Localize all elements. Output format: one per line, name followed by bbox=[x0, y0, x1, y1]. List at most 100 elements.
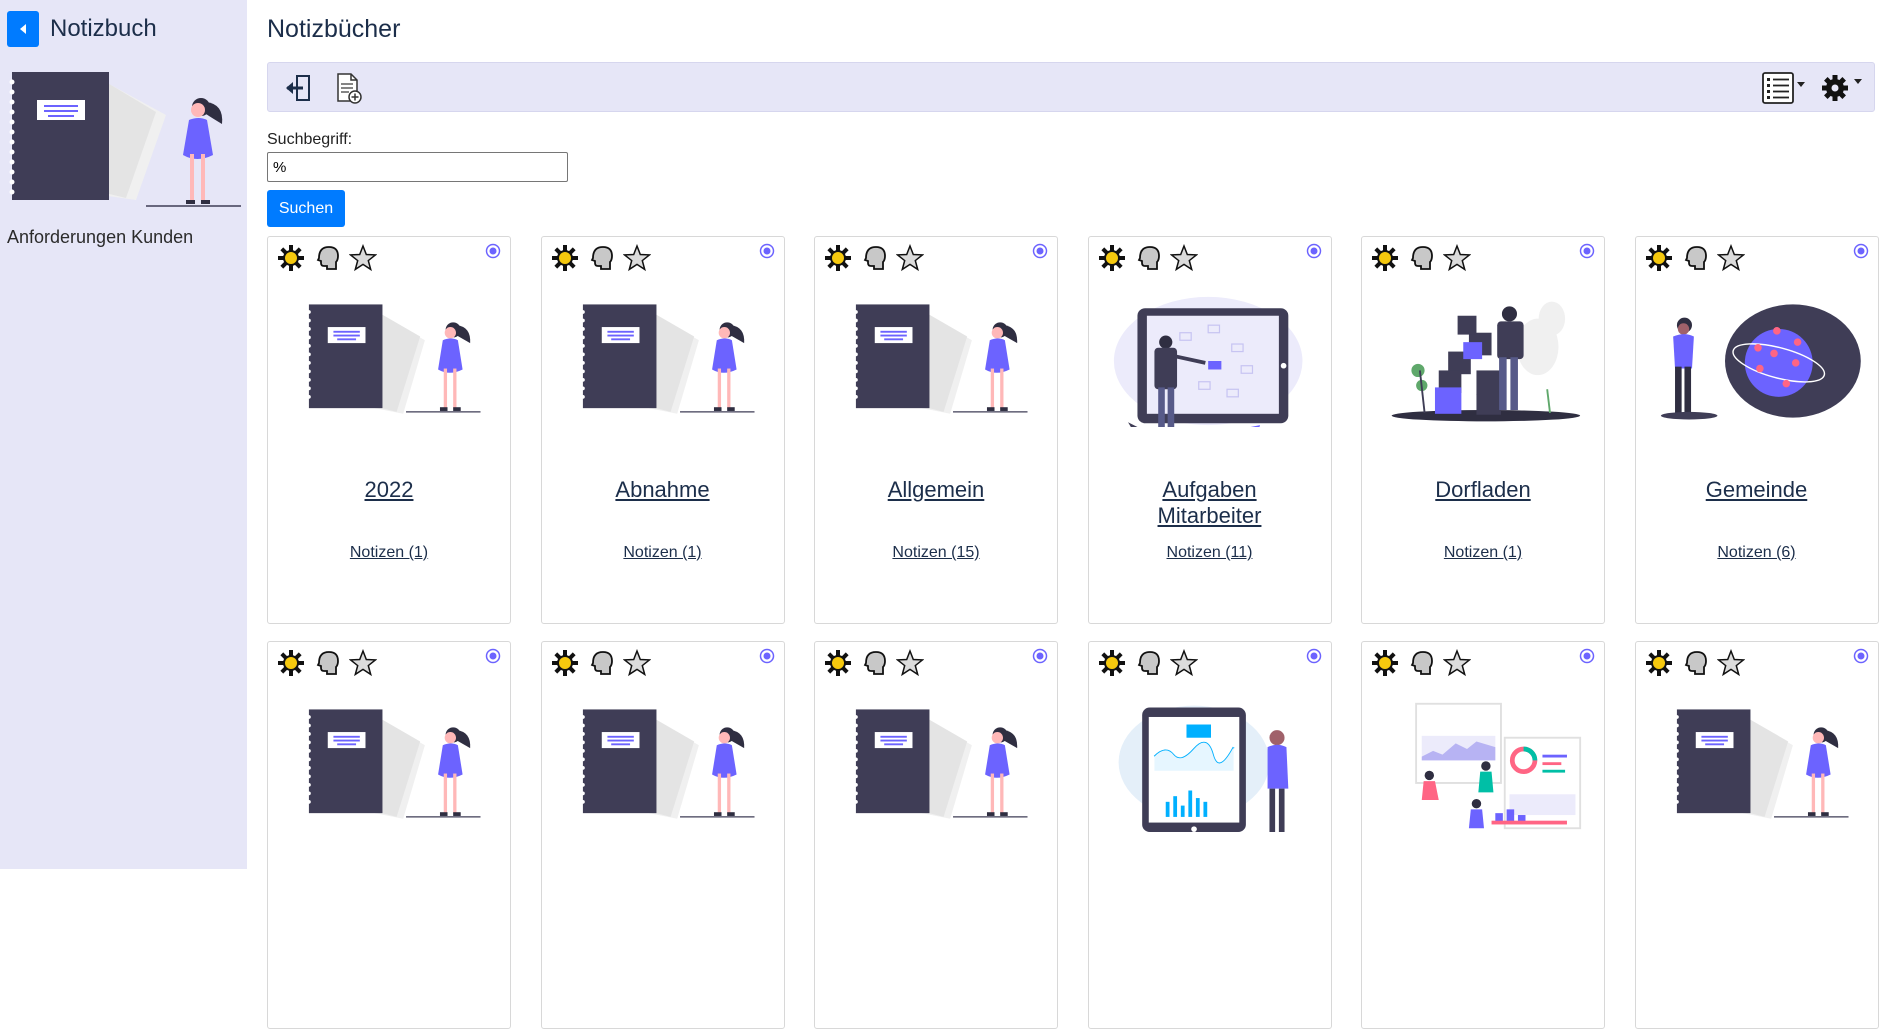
card-icons bbox=[1644, 243, 1746, 273]
sun-icon[interactable] bbox=[823, 243, 853, 273]
select-radio[interactable] bbox=[1032, 243, 1048, 264]
sun-icon[interactable] bbox=[1644, 243, 1674, 273]
notebook-illustration bbox=[307, 304, 481, 414]
notebook-card[interactable]: Allgemein Notizen (15) bbox=[814, 236, 1058, 624]
notebook-card[interactable] bbox=[1361, 641, 1605, 1029]
head-icon[interactable] bbox=[1133, 648, 1163, 678]
head-icon[interactable] bbox=[1133, 243, 1163, 273]
notes-count-link[interactable]: Notizen (11) bbox=[1089, 544, 1331, 562]
star-icon[interactable] bbox=[1442, 243, 1472, 273]
notebook-title-link[interactable]: Gemeinde bbox=[1636, 477, 1878, 503]
star-icon[interactable] bbox=[622, 243, 652, 273]
notes-count-link[interactable]: Notizen (1) bbox=[1362, 544, 1604, 562]
sun-icon[interactable] bbox=[1644, 648, 1674, 678]
exit-icon bbox=[286, 75, 310, 101]
star-icon[interactable] bbox=[1169, 648, 1199, 678]
select-radio[interactable] bbox=[1853, 243, 1869, 264]
notebook-card[interactable] bbox=[1087, 641, 1332, 1029]
star-icon[interactable] bbox=[1716, 648, 1746, 678]
notebook-title-link[interactable]: Dorfladen bbox=[1362, 477, 1604, 503]
star-icon[interactable] bbox=[1442, 648, 1472, 678]
head-icon[interactable] bbox=[586, 243, 616, 273]
sidebar-item-anforderungen[interactable]: Anforderungen Kunden bbox=[7, 227, 193, 248]
card-icons bbox=[550, 243, 652, 273]
sun-icon[interactable] bbox=[1097, 648, 1127, 678]
select-radio[interactable] bbox=[485, 243, 501, 264]
sun-icon[interactable] bbox=[1097, 243, 1127, 273]
head-icon[interactable] bbox=[1406, 243, 1436, 273]
sun-icon[interactable] bbox=[823, 648, 853, 678]
settings-dropdown[interactable] bbox=[1816, 69, 1866, 107]
notebook-card[interactable]: Abnahme Notizen (1) bbox=[540, 236, 785, 624]
head-icon[interactable] bbox=[1680, 243, 1710, 273]
notebook-card[interactable] bbox=[814, 641, 1058, 1029]
notes-count-link[interactable]: Notizen (15) bbox=[815, 544, 1057, 562]
notebook-illustration bbox=[1674, 709, 1849, 819]
notebook-card[interactable] bbox=[1634, 641, 1879, 1029]
star-icon[interactable] bbox=[1169, 243, 1199, 273]
head-icon[interactable] bbox=[586, 648, 616, 678]
sun-icon[interactable] bbox=[550, 648, 580, 678]
select-radio[interactable] bbox=[1306, 648, 1322, 669]
card-icons bbox=[276, 243, 378, 273]
select-radio[interactable] bbox=[1306, 243, 1322, 264]
notes-count-link[interactable]: Notizen (1) bbox=[268, 544, 510, 562]
notebook-title-link[interactable]: 2022 bbox=[268, 477, 510, 503]
search-button[interactable]: Suchen bbox=[267, 190, 345, 227]
card-icons bbox=[1370, 243, 1472, 273]
sun-icon[interactable] bbox=[1370, 243, 1400, 273]
notebook-card[interactable]: 2022 Notizen (1) bbox=[267, 236, 511, 624]
notebook-title-link[interactable]: Aufgaben Mitarbeiter bbox=[1089, 477, 1331, 529]
star-icon[interactable] bbox=[1716, 243, 1746, 273]
head-icon[interactable] bbox=[859, 243, 889, 273]
notebook-card[interactable] bbox=[267, 641, 511, 1029]
exit-button[interactable] bbox=[280, 69, 316, 107]
select-radio[interactable] bbox=[1032, 648, 1048, 669]
back-button[interactable] bbox=[7, 11, 39, 47]
card-icons bbox=[1097, 243, 1199, 273]
notes-count-link[interactable]: Notizen (6) bbox=[1636, 544, 1878, 562]
select-radio[interactable] bbox=[1579, 648, 1595, 669]
notebook-card[interactable]: Aufgaben Mitarbeiter Notizen (11) bbox=[1087, 236, 1332, 624]
head-icon[interactable] bbox=[1680, 648, 1710, 678]
sun-icon[interactable] bbox=[276, 648, 306, 678]
select-radio[interactable] bbox=[1853, 648, 1869, 669]
sidebar: Notizbuch Anforderungen Kunden bbox=[0, 0, 247, 869]
sun-icon[interactable] bbox=[1370, 648, 1400, 678]
sidebar-title: Notizbuch bbox=[50, 15, 157, 42]
notebook-title-link[interactable]: Allgemein bbox=[815, 477, 1057, 503]
caret-left-icon bbox=[20, 24, 26, 34]
select-radio[interactable] bbox=[759, 243, 775, 264]
star-icon[interactable] bbox=[348, 243, 378, 273]
notebook-illustration bbox=[6, 70, 241, 210]
sun-icon[interactable] bbox=[276, 243, 306, 273]
notebook-card[interactable]: Gemeinde Notizen (6) bbox=[1634, 236, 1879, 624]
notebook-illustration bbox=[854, 304, 1028, 414]
star-icon[interactable] bbox=[348, 648, 378, 678]
notebook-card[interactable] bbox=[540, 641, 785, 1029]
notebook-illustration bbox=[854, 709, 1028, 819]
notebook-card[interactable]: Dorfladen Notizen (1) bbox=[1361, 236, 1605, 624]
view-list-dropdown[interactable] bbox=[1758, 69, 1808, 107]
select-radio[interactable] bbox=[1579, 243, 1595, 264]
search-input[interactable] bbox=[267, 152, 568, 182]
head-icon[interactable] bbox=[312, 243, 342, 273]
sidebar-header: Notizbuch bbox=[7, 11, 157, 47]
select-radio[interactable] bbox=[485, 648, 501, 669]
star-icon[interactable] bbox=[895, 243, 925, 273]
card-icons bbox=[1644, 648, 1746, 678]
card-icons bbox=[550, 648, 652, 678]
notebook-title-link[interactable]: Abnahme bbox=[542, 477, 784, 503]
boxes-illustration bbox=[1391, 301, 1581, 422]
notes-count-link[interactable]: Notizen (1) bbox=[542, 544, 784, 562]
star-icon[interactable] bbox=[622, 648, 652, 678]
head-icon[interactable] bbox=[859, 648, 889, 678]
notebook-illustration bbox=[580, 304, 755, 414]
head-icon[interactable] bbox=[1406, 648, 1436, 678]
select-radio[interactable] bbox=[759, 648, 775, 669]
head-icon[interactable] bbox=[312, 648, 342, 678]
sun-icon[interactable] bbox=[550, 243, 580, 273]
star-icon[interactable] bbox=[895, 648, 925, 678]
card-icons bbox=[823, 648, 925, 678]
add-document-button[interactable] bbox=[330, 69, 366, 107]
